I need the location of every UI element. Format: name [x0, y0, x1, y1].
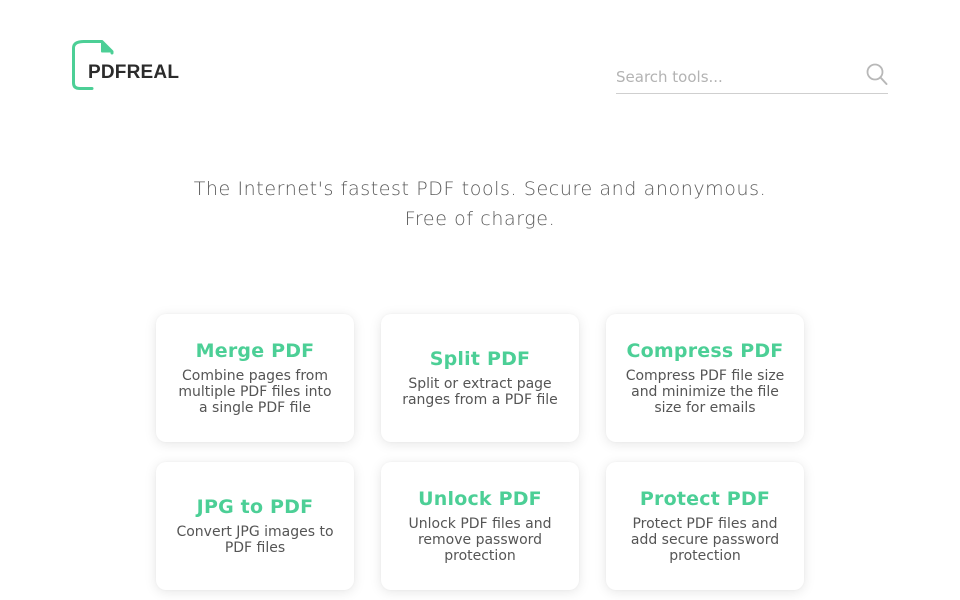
tool-description: Unlock PDF files and remove password pro… — [408, 516, 552, 564]
tool-title: Protect PDF — [639, 488, 771, 510]
tool-description: Compress PDF file size and minimize the … — [625, 368, 785, 416]
tool-card-protect-pdf[interactable]: Protect PDF Protect PDF files and add se… — [606, 462, 804, 590]
page: PDFREAL The Internet's fastest PDF tools… — [0, 0, 960, 600]
logo[interactable]: PDFREAL — [72, 40, 192, 92]
search-input[interactable] — [616, 63, 856, 91]
tool-title: Unlock PDF — [418, 488, 542, 510]
tool-title: Merge PDF — [195, 340, 315, 362]
tool-card-compress-pdf[interactable]: Compress PDF Compress PDF file size and … — [606, 314, 804, 442]
search-box — [616, 60, 888, 94]
tool-card-merge-pdf[interactable]: Merge PDF Combine pages from multiple PD… — [156, 314, 354, 442]
logo-text: PDFREAL — [87, 62, 181, 83]
tool-card-jpg-to-pdf[interactable]: JPG to PDF Convert JPG images to PDF fil… — [156, 462, 354, 590]
search-icon[interactable] — [866, 63, 888, 87]
tagline-line-1: The Internet's fastest PDF tools. Secure… — [193, 178, 767, 200]
tool-card-split-pdf[interactable]: Split PDF Split or extract page ranges f… — [381, 314, 579, 442]
tool-title: Split PDF — [429, 348, 531, 370]
tool-description: Combine pages from multiple PDF files in… — [178, 368, 332, 416]
tagline-line-2: Free of charge. — [404, 208, 556, 230]
tool-description: Convert JPG images to PDF files — [176, 524, 334, 556]
tool-card-unlock-pdf[interactable]: Unlock PDF Unlock PDF files and remove p… — [381, 462, 579, 590]
tool-description: Protect PDF files and add secure passwor… — [630, 516, 780, 564]
tool-title: JPG to PDF — [196, 496, 314, 518]
tagline: The Internet's fastest PDF tools. Secure… — [130, 174, 830, 234]
tool-title: Compress PDF — [626, 340, 784, 362]
tool-description: Split or extract page ranges from a PDF … — [402, 376, 558, 408]
